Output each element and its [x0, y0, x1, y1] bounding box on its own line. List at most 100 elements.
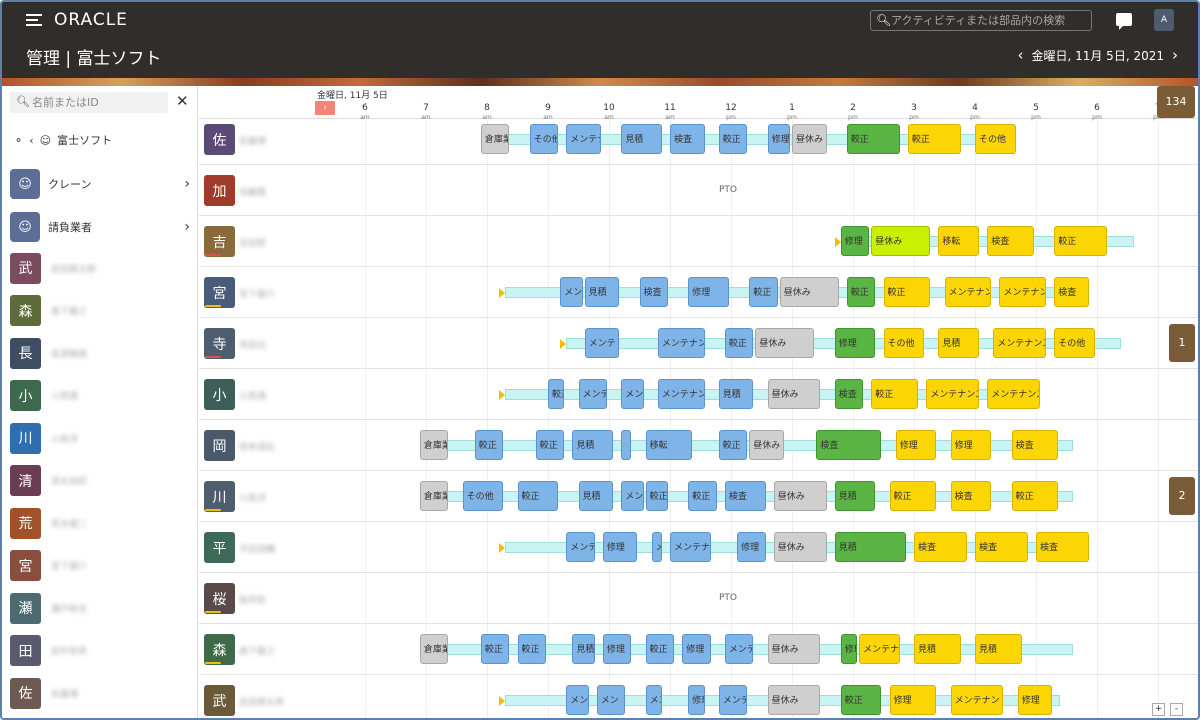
activity-block[interactable]: 修理 [602, 634, 632, 664]
technician-avatar[interactable]: 佐 [204, 124, 235, 155]
technician-avatar[interactable]: 武 [204, 685, 235, 716]
global-search-input[interactable] [891, 12, 1087, 29]
activity-block[interactable]: 検査 [670, 124, 705, 154]
activity-block[interactable]: 検査 [914, 532, 967, 562]
technician-avatar[interactable]: 吉 [204, 226, 235, 257]
close-icon[interactable]: ✕ [176, 92, 189, 110]
activity-block[interactable]: 較正 [871, 379, 919, 409]
activity-block[interactable]: 修理 [682, 634, 711, 664]
activity-block[interactable]: 見積 [584, 277, 620, 307]
activity-block[interactable]: メンテナン [999, 277, 1047, 307]
activity-block[interactable]: 移転 [938, 226, 980, 256]
technician-row[interactable]: 佐佐藤博倉庫業その他メンテナ見積検査較正修理昼休み較正較正その他 [199, 120, 1198, 165]
user-avatar[interactable]: A [1154, 9, 1174, 31]
activity-block[interactable]: 移転 [645, 430, 693, 460]
technician-avatar[interactable]: 岡 [204, 430, 235, 461]
technician-avatar[interactable]: 川 [204, 481, 235, 512]
activity-block[interactable]: 倉庫業 [419, 430, 449, 460]
activity-block[interactable]: その他 [975, 124, 1016, 154]
activity-block[interactable] [621, 430, 632, 460]
activity-block[interactable]: 修理 [688, 685, 705, 715]
chat-icon[interactable] [1116, 13, 1132, 30]
sidebar-person-item[interactable]: 武武田健太郎 [10, 252, 190, 284]
activity-block[interactable]: 較正 [846, 124, 900, 154]
activity-block[interactable]: 較正 [645, 634, 675, 664]
activity-block[interactable]: 昼休み [773, 481, 827, 511]
activity-block[interactable]: 見積 [621, 124, 662, 154]
activity-block[interactable]: メン [566, 685, 589, 715]
activity-block[interactable]: 検査 [639, 277, 668, 307]
activity-block[interactable]: 検査 [975, 532, 1028, 562]
activity-block[interactable]: 昼休み [871, 226, 931, 256]
activity-block[interactable]: 較正 [645, 481, 668, 511]
activity-block[interactable]: 検査 [834, 379, 864, 409]
activity-block[interactable]: 検査 [1054, 277, 1089, 307]
activity-block[interactable]: 検査 [724, 481, 766, 511]
technician-row[interactable]: 寺寺田光 メンテ メンテナン 較正 昼休み 修理 その他 見積 メンテナンス その他 [199, 318, 1198, 369]
activity-block[interactable]: 昼休み [767, 379, 821, 409]
activity-block[interactable]: 修理 [895, 430, 937, 460]
technician-avatar[interactable]: 宮 [204, 277, 235, 308]
activity-block[interactable]: 検査 [1036, 532, 1089, 562]
back-chevron-icon[interactable]: ‹ [29, 134, 33, 147]
activity-block[interactable]: 修理 [889, 685, 937, 715]
activity-block[interactable]: 較正 [548, 379, 565, 409]
activity-block[interactable]: 見積 [914, 634, 961, 664]
activity-block[interactable]: メンテナンス [993, 328, 1047, 358]
technician-row[interactable]: 桜 桜井智 PTO [199, 573, 1198, 624]
sidebar-person-item[interactable]: 川川島淳 [10, 422, 190, 454]
activity-block[interactable]: 検査 [1011, 430, 1059, 460]
zoom-in-button[interactable]: + [1152, 703, 1165, 716]
activity-block[interactable]: その他 [529, 124, 559, 154]
activity-block[interactable]: 見積 [834, 481, 876, 511]
activity-block[interactable]: 見積 [834, 532, 906, 562]
activity-block[interactable]: メンテナン [718, 685, 748, 715]
activity-block[interactable]: 較正 [846, 277, 876, 307]
activity-block[interactable]: メンテナン [657, 379, 705, 409]
breadcrumb[interactable]: ⚬ ‹ ☺ 富士ソフト [14, 132, 112, 148]
now-button[interactable]: › [315, 101, 335, 115]
activity-block[interactable]: メン [621, 379, 644, 409]
activity-block[interactable]: メンテナ [566, 124, 601, 154]
activity-block[interactable]: 昼休み [779, 277, 839, 307]
activity-block[interactable]: 見積 [975, 634, 1022, 664]
activity-block[interactable]: 見積 [572, 430, 614, 460]
chevron-right-icon[interactable]: › [184, 219, 190, 235]
activity-block[interactable]: メンテナンス [987, 379, 1041, 409]
next-day-chevron-icon[interactable]: › [1172, 46, 1178, 64]
activity-block[interactable]: 較正 [1011, 481, 1059, 511]
activity-block[interactable]: 修理 [688, 277, 729, 307]
activity-block[interactable]: 検査 [987, 226, 1034, 256]
activity-block[interactable]: 倉庫業 [419, 481, 449, 511]
sidebar-person-item[interactable]: 長長澤雅樹 [10, 337, 190, 369]
sidebar-person-item[interactable]: 森森下義之 [10, 295, 190, 327]
activity-block[interactable]: メン [621, 481, 644, 511]
technician-avatar[interactable]: 加 [204, 175, 235, 206]
activity-block[interactable]: 較正 [724, 328, 754, 358]
chevron-right-icon[interactable]: › [184, 176, 190, 192]
activity-block[interactable]: メンテナン [670, 532, 711, 562]
activity-block[interactable]: 較正 [535, 430, 565, 460]
technician-row[interactable]: 吉 吉田修 修理 昼休み 移転 検査 較正 [199, 216, 1198, 267]
activity-block[interactable]: 較正 [840, 685, 882, 715]
sidebar-person-item[interactable]: 清清水由紀 [10, 465, 190, 497]
activity-block[interactable]: 較正 [1054, 226, 1108, 256]
activity-block[interactable]: その他 [1054, 328, 1095, 358]
activity-block[interactable]: 見積 [718, 379, 754, 409]
activity-block[interactable]: 修理 [950, 430, 992, 460]
activity-block[interactable]: 較正 [480, 634, 510, 664]
technician-row[interactable]: 平平田浩輔メンテ修理メメンテナン修理昼休み見積検査検査検査 [199, 522, 1198, 573]
activity-block[interactable]: メンテナン [657, 328, 705, 358]
activity-block[interactable]: 昼休み [767, 634, 821, 664]
activity-block[interactable]: 較正 [749, 277, 778, 307]
activity-block[interactable]: メンテナンス [926, 379, 980, 409]
activity-block[interactable]: 昼休み [792, 124, 827, 154]
activity-block[interactable]: 較正 [718, 124, 748, 154]
activity-block[interactable]: 検査 [950, 481, 992, 511]
technician-row[interactable]: 宮宮下雄介メンテ見積検査修理較正昼休み較正較正メンテナンメンテナン検査 [199, 267, 1198, 318]
activity-block[interactable]: 検査 [816, 430, 882, 460]
technician-row[interactable]: 川川島淳 倉庫業 その他 較正 見積 メン 較正 較正 検査 昼休み 見積 較正 検査 較正 [199, 471, 1198, 522]
technician-avatar[interactable]: 桜 [204, 583, 235, 614]
activity-block[interactable]: 修理 [834, 328, 876, 358]
activity-block[interactable]: メンテ [566, 532, 595, 562]
